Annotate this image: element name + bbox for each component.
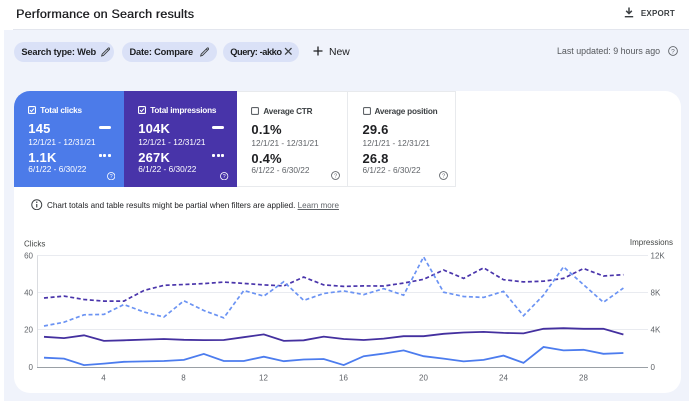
svg-text:8: 8 <box>181 374 186 383</box>
svg-text:60: 60 <box>24 251 33 260</box>
svg-text:?: ? <box>110 174 113 180</box>
svg-text:16: 16 <box>339 374 348 383</box>
svg-text:4K: 4K <box>651 326 661 335</box>
svg-text:?: ? <box>334 174 337 180</box>
svg-text:Clicks: Clicks <box>24 240 45 249</box>
svg-text:?: ? <box>223 174 226 180</box>
svg-text:4: 4 <box>101 374 106 383</box>
svg-text:0: 0 <box>29 363 34 372</box>
svg-text:?: ? <box>442 174 445 180</box>
svg-text:20: 20 <box>24 326 33 335</box>
svg-text:Impressions: Impressions <box>630 238 673 247</box>
svg-text:24: 24 <box>499 374 508 383</box>
svg-text:28: 28 <box>579 374 588 383</box>
svg-text:12: 12 <box>259 374 268 383</box>
svg-text:0: 0 <box>651 363 656 372</box>
svg-text:20: 20 <box>419 374 428 383</box>
svg-text:?: ? <box>671 48 675 55</box>
svg-text:8K: 8K <box>651 288 661 297</box>
svg-text:40: 40 <box>24 288 33 297</box>
svg-text:12K: 12K <box>651 251 666 260</box>
